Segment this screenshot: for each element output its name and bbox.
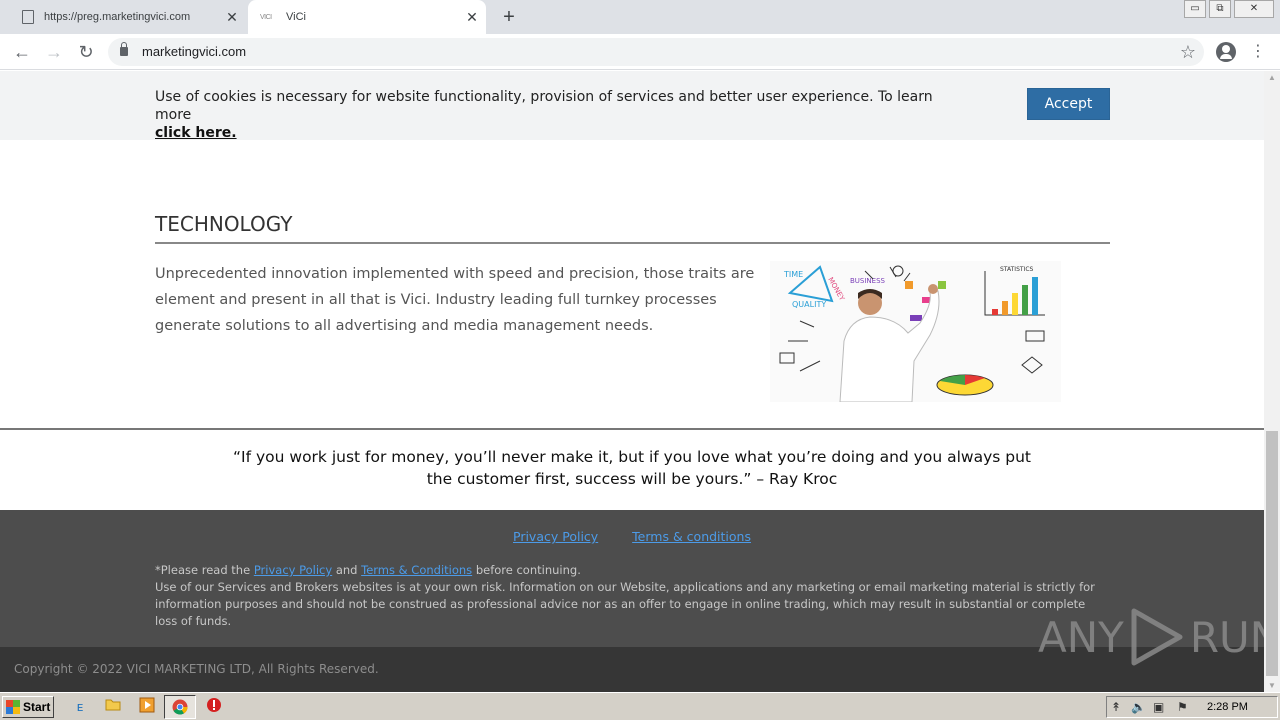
action-center-flag-icon[interactable]: ⚑ bbox=[1177, 700, 1188, 714]
clock[interactable]: 2:28 PM bbox=[1207, 701, 1248, 713]
windows-taskbar: Start ᴇ ↟ 🔈 ▣ ⚑ 2:28 PM bbox=[0, 692, 1280, 720]
tab-preg-marketingvici[interactable]: https://preg.marketingvici.com ✕ bbox=[0, 0, 246, 34]
copyright-text: Copyright © 2022 VICI MARKETING LTD, All… bbox=[14, 662, 379, 676]
cookie-learn-more-link[interactable]: click here. bbox=[155, 125, 237, 141]
vici-favicon: VICI bbox=[260, 13, 272, 21]
window-close-button[interactable]: ✕ bbox=[1234, 0, 1274, 18]
folder-icon[interactable] bbox=[103, 697, 123, 717]
forward-arrow-icon[interactable]: → bbox=[42, 40, 66, 64]
section-divider bbox=[0, 428, 1264, 430]
note-privacy-link[interactable]: Privacy Policy bbox=[254, 563, 332, 577]
footer-links: Privacy Policy Terms & conditions bbox=[0, 529, 1264, 544]
title-divider bbox=[155, 242, 1110, 244]
accept-cookies-button[interactable]: Accept bbox=[1027, 88, 1110, 120]
section-body: Unprecedented innovation implemented wit… bbox=[155, 266, 755, 334]
page-viewport: Use of cookies is necessary for website … bbox=[0, 71, 1264, 692]
tab-title: ViCi bbox=[286, 11, 306, 23]
cookie-text: Use of cookies is necessary for website … bbox=[155, 88, 955, 142]
volume-icon[interactable]: 🔈 bbox=[1131, 700, 1146, 714]
menu-dots-icon[interactable]: ⋮ bbox=[1250, 42, 1266, 62]
system-tray: ↟ 🔈 ▣ ⚑ 2:28 PM bbox=[1106, 696, 1278, 718]
note-and: and bbox=[335, 563, 358, 577]
lock-icon bbox=[120, 42, 128, 56]
scroll-down-icon[interactable]: ▼ bbox=[1268, 681, 1276, 690]
note-prefix: *Please read the bbox=[155, 563, 251, 577]
svg-text:STATISTICS: STATISTICS bbox=[1000, 266, 1034, 273]
note-suffix: before continuing. bbox=[475, 563, 581, 577]
cookie-banner: Use of cookies is necessary for website … bbox=[0, 71, 1264, 142]
note-terms-link[interactable]: Terms & Conditions bbox=[361, 563, 472, 577]
restore-button[interactable]: ⧉ bbox=[1209, 0, 1231, 18]
tab-title: https://preg.marketingvici.com bbox=[44, 11, 191, 23]
disclaimer-text: Use of our Services and Brokers websites… bbox=[155, 580, 1095, 628]
address-bar[interactable]: marketingvici.com ☆ bbox=[108, 38, 1204, 66]
svg-text:QUALITY: QUALITY bbox=[792, 300, 826, 309]
cookie-message: Use of cookies is necessary for website … bbox=[155, 89, 933, 123]
tab-vici[interactable]: VICI ViCi ✕ bbox=[248, 0, 486, 34]
disclaimer: *Please read the Privacy Policy and Term… bbox=[155, 562, 1105, 630]
browser-toolbar: ← → ↻ marketingvici.com ☆ bbox=[0, 34, 1280, 70]
back-arrow-icon[interactable]: ← bbox=[10, 40, 34, 64]
terms-conditions-link[interactable]: Terms & conditions bbox=[632, 529, 751, 544]
page-icon bbox=[22, 10, 34, 24]
anyrun-watermark: ANY RUN bbox=[1038, 607, 1264, 667]
internet-explorer-icon[interactable]: ᴇ bbox=[70, 697, 90, 717]
watermark-right: RUN bbox=[1189, 612, 1264, 662]
scroll-up-icon[interactable]: ▲ bbox=[1268, 73, 1276, 82]
media-player-icon[interactable] bbox=[137, 697, 157, 717]
chrome-icon bbox=[172, 699, 188, 715]
play-icon bbox=[1131, 608, 1183, 666]
tab-close-icon[interactable]: ✕ bbox=[218, 9, 246, 26]
start-label: Start bbox=[23, 700, 51, 714]
network-icon[interactable]: ▣ bbox=[1153, 700, 1164, 714]
page-scrollbar[interactable]: ▲ ▼ bbox=[1264, 71, 1280, 692]
url-text[interactable]: marketingvici.com bbox=[142, 44, 246, 59]
minimize-button[interactable]: ▭ bbox=[1184, 0, 1206, 18]
scroll-thumb[interactable] bbox=[1266, 431, 1278, 676]
tab-strip: https://preg.marketingvici.com ✕ VICI Vi… bbox=[0, 0, 1280, 34]
section-title: TECHNOLOGY bbox=[155, 212, 293, 236]
tray-expand-icon[interactable]: ↟ bbox=[1111, 700, 1121, 714]
bookmark-star-icon[interactable]: ☆ bbox=[1180, 41, 1196, 63]
reload-icon[interactable]: ↻ bbox=[74, 40, 98, 64]
start-button[interactable]: Start bbox=[2, 696, 54, 718]
new-tab-button[interactable]: + bbox=[498, 4, 520, 30]
privacy-policy-link[interactable]: Privacy Policy bbox=[513, 529, 598, 544]
svg-text:TIME: TIME bbox=[783, 270, 803, 279]
stop-icon[interactable] bbox=[204, 697, 224, 717]
windows-flag-icon bbox=[6, 700, 20, 714]
tab-close-icon[interactable]: ✕ bbox=[458, 9, 486, 26]
quote-text: “If you work just for money, you’ll neve… bbox=[233, 448, 1031, 488]
chrome-taskbar-button[interactable] bbox=[164, 695, 196, 719]
watermark-left: ANY bbox=[1038, 612, 1124, 662]
technology-illustration: TIME QUALITY MONEY BUSINESS STATISTICS bbox=[770, 261, 1061, 402]
profile-avatar-icon[interactable] bbox=[1216, 42, 1236, 62]
svg-text:BUSINESS: BUSINESS bbox=[850, 277, 886, 285]
